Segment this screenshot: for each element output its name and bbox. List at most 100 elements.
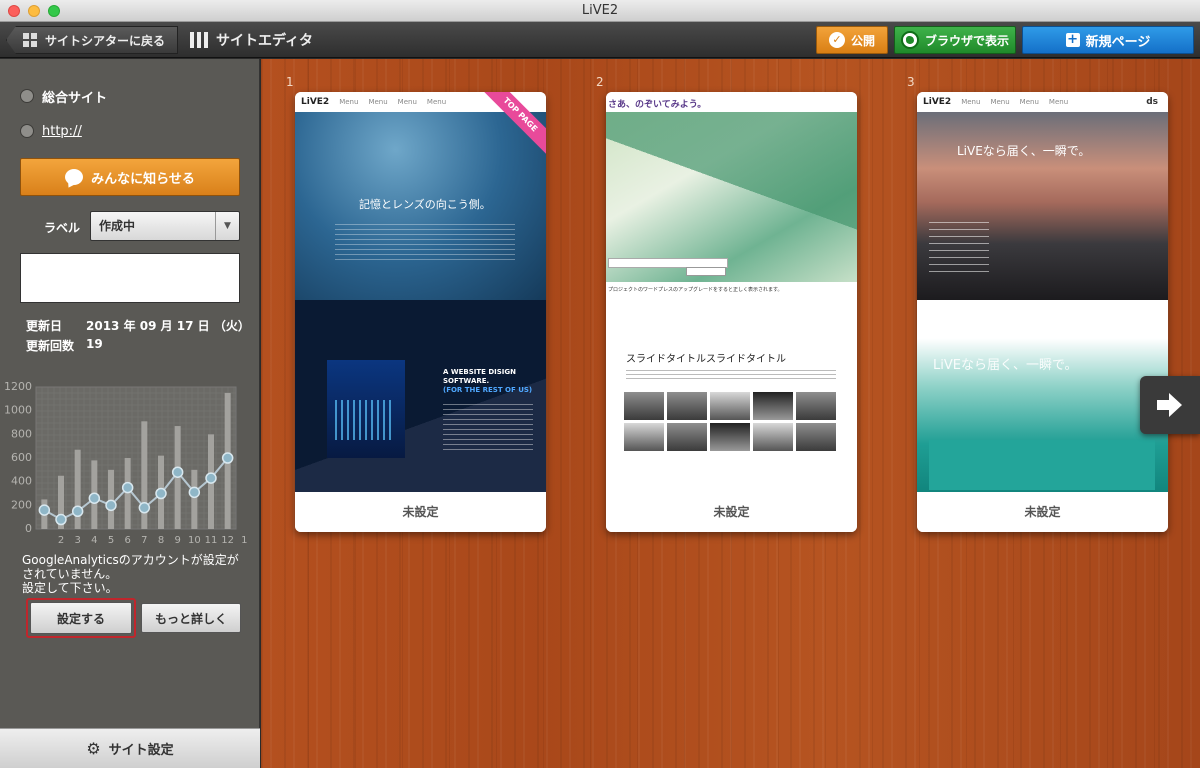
chart-point	[88, 492, 101, 504]
chart-y-tick-label: 0	[25, 522, 32, 535]
chart-x-tick-label: 4	[91, 535, 97, 546]
chart-point	[138, 501, 151, 514]
analytics-chart: 0 200 400 600 800 1000 1200 2 3 4 5 6 7 8 9 10 11 12 1	[0, 379, 260, 559]
page-card[interactable]: LiVE2 Menu Menu Menu Menu ds LiVEなら届く、一瞬…	[917, 92, 1168, 532]
back-to-theater-label: サイトシアターに戻る	[45, 33, 166, 48]
thumb-block-title: A WEBSITE DISIGN SOFTWARE. (FOR THE REST…	[443, 368, 532, 395]
chart-point	[105, 499, 117, 512]
thumb-slide-title: スライドタイトルスライドタイトル	[626, 354, 786, 365]
thumb-hero-text: LiVEなら届く、一瞬で。	[957, 144, 1091, 158]
gear-icon: ⚙	[86, 739, 101, 758]
memo-field[interactable]	[20, 253, 240, 303]
page-status-label: 未設定	[606, 492, 857, 532]
chart-x-tick-label: 11	[205, 535, 218, 546]
thumb-form-button	[686, 267, 726, 276]
speech-bubble-icon	[65, 169, 84, 185]
thumb-nav-item: Menu	[426, 98, 447, 106]
label-select[interactable]: 作成中 ▼	[90, 211, 240, 241]
chart-point	[38, 504, 51, 516]
thumb-header-text: さあ、のぞいてみよう。	[606, 92, 857, 112]
new-page-button[interactable]: + 新規ページ	[1022, 26, 1194, 54]
page-card[interactable]: LiVE2 Menu Menu Menu Menu 記憶とレンズの向こう側。 A…	[295, 92, 546, 532]
chart-y-tick-label: 200	[11, 498, 32, 511]
announce-button[interactable]: みんなに知らせる	[20, 158, 240, 196]
close-window-button[interactable]	[8, 5, 20, 17]
analytics-chart-svg: 0 200 400 600 800 1000 1200 2 3 4 5 6 7 8 9 10 11 12 1	[4, 380, 248, 546]
site-url-link[interactable]: http://	[42, 124, 82, 139]
chart-point	[221, 452, 234, 464]
main-toolbar: サイトシアターに戻る サイトエディタ ✓ 公開 ブラウザで表示 + 新規ページ	[0, 22, 1200, 58]
view-in-browser-button[interactable]: ブラウザで表示	[894, 26, 1016, 54]
thumb-panel	[929, 440, 1155, 490]
chart-point	[205, 472, 217, 484]
thumb-lower-section: A WEBSITE DISIGN SOFTWARE. (FOR THE REST…	[295, 300, 546, 492]
page-thumbnail: さあ、のぞいてみよう。 プロジェクトのワードプレスのアップグレードをすると正しく…	[606, 92, 857, 492]
chart-x-tick-label: 10	[188, 535, 201, 546]
site-editor-label: サイトエディタ	[216, 33, 314, 49]
label-caption: ラベル	[44, 221, 81, 235]
announce-label: みんなに知らせる	[91, 171, 195, 187]
publish-button[interactable]: ✓ 公開	[816, 26, 888, 54]
thumb-lower-text: LiVEなら届く、一瞬で。	[933, 358, 1078, 373]
thumb-brand-mark: ds	[1146, 97, 1158, 107]
chart-y-tick-label: 1200	[4, 380, 32, 393]
chart-y-tick-label: 1000	[4, 404, 32, 417]
thumb-hero-image	[606, 112, 857, 282]
chart-bar	[124, 458, 131, 529]
thumb-nav-item: Menu	[368, 98, 388, 106]
chart-x-tick-label: 5	[108, 535, 114, 546]
thumb-nav: LiVE2 Menu Menu Menu Menu ds	[917, 92, 1168, 112]
site-name: 総合サイト	[42, 90, 108, 106]
ga-message: GoogleAnalyticsのアカウントが設定が されていません。 設定して下…	[22, 553, 246, 595]
ga-message-line-3: 設定して下さい。	[22, 581, 118, 595]
thumb-note: プロジェクトのワードプレスのアップグレードをすると正しく表示されます。	[608, 287, 783, 293]
chart-y-tick-label: 400	[11, 475, 32, 488]
thumb-block-title-line: SOFTWARE.	[443, 377, 490, 385]
update-count-caption: 更新回数	[26, 339, 75, 353]
chart-bar	[74, 449, 81, 529]
back-to-theater-button[interactable]: サイトシアターに戻る	[6, 26, 178, 54]
plus-icon: +	[1065, 32, 1080, 47]
page-thumbnail: LiVE2 Menu Menu Menu Menu 記憶とレンズの向こう側。 A…	[295, 92, 546, 492]
chart-bar	[108, 469, 114, 529]
page-number: 1	[286, 75, 294, 89]
view-in-browser-label: ブラウザで表示	[924, 33, 1009, 48]
window-title: LiVE2	[581, 3, 619, 18]
minimize-window-button[interactable]	[28, 5, 40, 17]
chart-point	[55, 513, 67, 526]
next-pages-button[interactable]	[1140, 376, 1200, 434]
ga-message-line-2: されていません。	[22, 567, 118, 581]
update-count-value: 19	[86, 337, 103, 351]
window-titlebar: LiVE2	[0, 0, 1200, 22]
chart-y-tick-label: 600	[11, 451, 32, 464]
thumb-hero-image: 記憶とレンズの向こう側。	[295, 112, 546, 300]
chevron-down-icon: ▼	[215, 212, 239, 240]
chart-x-tick-label: 6	[124, 535, 130, 546]
chart-x-tick-label: 9	[174, 535, 180, 546]
site-settings-button[interactable]: ⚙ サイト設定	[0, 728, 260, 768]
site-name-row: 総合サイト	[20, 86, 107, 106]
thumb-logo: LiVE2	[923, 97, 952, 107]
thumb-logo: LiVE2	[301, 97, 330, 107]
ga-message-line-1: GoogleAnalyticsのアカウントが設定が	[22, 553, 239, 567]
thumb-text-lines	[929, 222, 989, 278]
thumb-city-photo	[327, 360, 405, 458]
updated-value: 2013 年 09 月 17 日 （火）	[86, 319, 250, 333]
chart-bar	[191, 469, 198, 529]
thumb-nav-item: Menu	[961, 98, 981, 106]
zoom-window-button[interactable]	[48, 5, 60, 17]
page-thumbnail: LiVE2 Menu Menu Menu Menu ds LiVEなら届く、一瞬…	[917, 92, 1168, 492]
thumb-nav-item: Menu	[1048, 98, 1069, 106]
page-card[interactable]: さあ、のぞいてみよう。 プロジェクトのワードプレスのアップグレードをすると正しく…	[606, 92, 857, 532]
setup-analytics-button[interactable]: 設定する	[26, 598, 136, 638]
arrow-right-icon	[1157, 393, 1182, 417]
chart-x-tick-label: 2	[58, 535, 64, 546]
thumb-text-lines	[443, 404, 533, 450]
chart-point	[188, 486, 201, 499]
page-board: 1 LiVE2 Menu Menu Menu Menu 記憶とレンズの向こう側。…	[261, 59, 1200, 768]
grid-icon	[23, 33, 37, 47]
thumb-hero-image: LiVEなら届く、一瞬で。	[917, 112, 1168, 300]
site-editor-title: サイトエディタ	[190, 26, 313, 54]
more-details-button[interactable]: もっと詳しく	[141, 603, 241, 633]
thumb-text-lines	[335, 224, 515, 264]
